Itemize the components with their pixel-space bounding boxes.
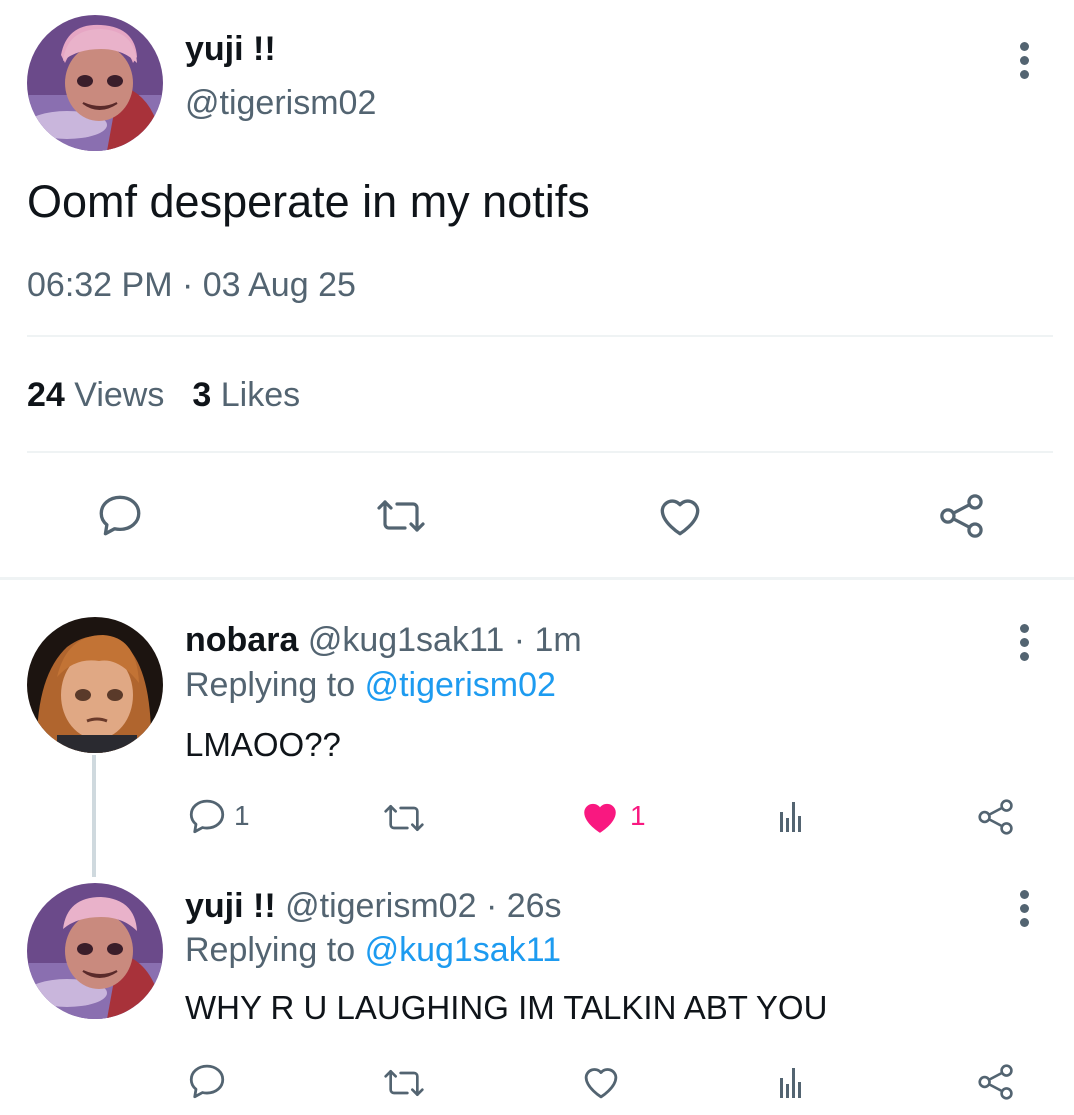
- reply-author-name[interactable]: yuji !!: [185, 887, 276, 925]
- reply-author-avatar[interactable]: [27, 617, 163, 753]
- share-icon[interactable]: [936, 490, 988, 542]
- main-author-handle[interactable]: @tigerism02: [185, 84, 376, 123]
- replying-to-label: Replying to: [185, 666, 356, 704]
- share-icon[interactable]: [975, 1061, 1017, 1103]
- main-more-options-icon[interactable]: [1012, 42, 1036, 84]
- reply-author-avatar[interactable]: [27, 883, 163, 1019]
- analytics-icon[interactable]: [778, 1064, 802, 1098]
- replying-to: Replying to @tigerism02: [185, 666, 556, 705]
- reply-icon[interactable]: [186, 795, 228, 837]
- divider: [27, 335, 1053, 337]
- divider: [27, 451, 1053, 453]
- retweet-icon[interactable]: [380, 1063, 428, 1103]
- replying-to-handle[interactable]: @tigerism02: [365, 666, 556, 704]
- views-label: Views: [74, 376, 165, 414]
- reply-author-handle[interactable]: @tigerism02: [285, 887, 476, 925]
- main-author-name[interactable]: yuji !!: [185, 30, 276, 69]
- reply-text: LMAOO??: [185, 726, 341, 763]
- replying-to-label: Replying to: [185, 931, 356, 969]
- reply-time: · 26s: [485, 887, 562, 925]
- reply-icon[interactable]: [95, 490, 145, 540]
- section-divider: [0, 577, 1074, 580]
- like-icon[interactable]: [655, 491, 705, 541]
- share-icon[interactable]: [975, 796, 1017, 838]
- main-tweet-text: Oomf desperate in my notifs: [27, 176, 590, 227]
- like-icon-filled[interactable]: [579, 796, 621, 838]
- reply-more-options-icon[interactable]: [1012, 624, 1036, 666]
- reply-icon[interactable]: [186, 1060, 228, 1102]
- views-count[interactable]: 24: [27, 376, 65, 414]
- replying-to: Replying to @kug1sak11: [185, 931, 561, 970]
- retweet-icon[interactable]: [380, 798, 428, 838]
- likes-label: Likes: [220, 376, 301, 414]
- reply-author-name[interactable]: nobara: [185, 621, 298, 659]
- tweet-stats: 24 Views 3 Likes: [27, 376, 300, 415]
- reply-time: · 1m: [513, 621, 582, 659]
- reply-header: yuji !! @tigerism02 · 26s: [185, 887, 562, 926]
- replying-to-handle[interactable]: @kug1sak11: [365, 931, 561, 969]
- reply-header: nobara @kug1sak11 · 1m: [185, 621, 582, 660]
- reply-more-options-icon[interactable]: [1012, 890, 1036, 932]
- like-count: 1: [630, 800, 646, 831]
- likes-count[interactable]: 3: [192, 376, 211, 414]
- thread-line: [92, 755, 96, 877]
- reply-author-handle[interactable]: @kug1sak11: [308, 621, 504, 659]
- reply-count: 1: [234, 800, 250, 831]
- retweet-icon[interactable]: [372, 492, 430, 540]
- analytics-icon[interactable]: [778, 798, 802, 832]
- reply-text: WHY R U LAUGHING IM TALKIN ABT YOU: [185, 989, 828, 1026]
- like-icon[interactable]: [580, 1061, 622, 1103]
- main-author-avatar[interactable]: [27, 15, 163, 151]
- main-tweet-timestamp: 06:32 PM · 03 Aug 25: [27, 266, 356, 304]
